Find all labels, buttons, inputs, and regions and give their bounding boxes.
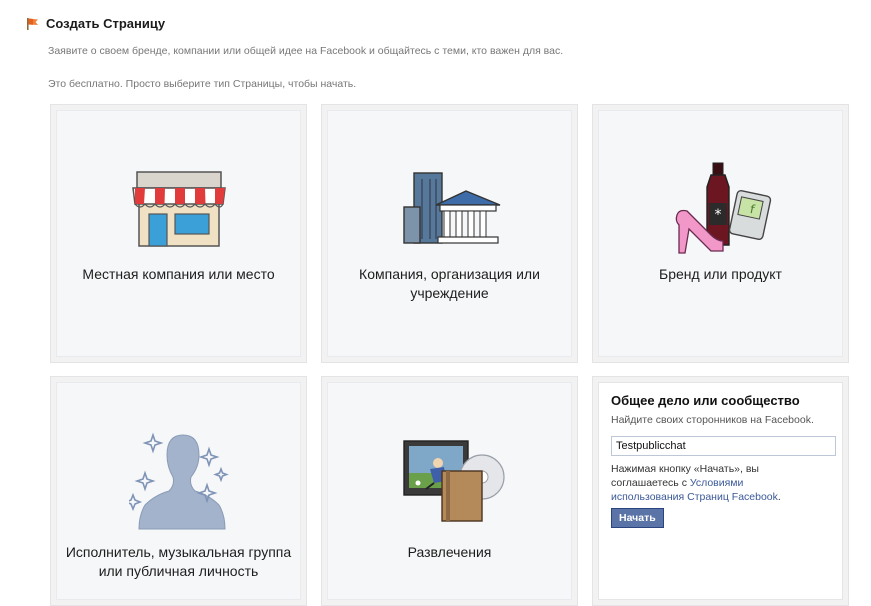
- flag-icon: [27, 17, 38, 30]
- page-description: Заявите о своем бренде, компании или общ…: [48, 45, 564, 57]
- tile-brand[interactable]: * f Бренд или продукт: [592, 104, 849, 363]
- storefront-icon: [132, 171, 226, 247]
- page-title: Создать Страницу: [46, 16, 166, 31]
- svg-text:*: *: [715, 207, 722, 223]
- brand-products-icon: * f: [675, 162, 772, 254]
- tile-label: Компания, организация или учреждение: [359, 266, 540, 301]
- tile-label: Местная компания или место: [82, 266, 275, 282]
- tile-entertainment[interactable]: Развлечения: [321, 376, 578, 606]
- cause-title: Общее дело или сообщество: [611, 393, 800, 408]
- tile-cause-community: Общее дело или сообщество Найдите своих …: [592, 376, 849, 606]
- cause-name-input[interactable]: [611, 436, 836, 456]
- cause-subtitle: Найдите своих сторонников на Facebook.: [611, 414, 814, 426]
- public-figure-icon: [129, 432, 229, 530]
- office-buildings-icon: [403, 172, 501, 244]
- tile-local-business[interactable]: Местная компания или место: [50, 104, 307, 363]
- tile-label: Исполнитель, музыкальная группа или публ…: [65, 544, 292, 579]
- terms-notice: Нажимая кнопку «Начать», вы соглашаетесь…: [611, 462, 811, 504]
- start-button[interactable]: Начать: [611, 508, 664, 528]
- tile-label: Бренд или продукт: [659, 266, 782, 282]
- tile-public-figure[interactable]: Исполнитель, музыкальная группа или публ…: [50, 376, 307, 606]
- tile-label: Развлечения: [407, 544, 492, 560]
- entertainment-icon: [403, 440, 505, 522]
- free-note: Это бесплатно. Просто выберите тип Стран…: [48, 78, 357, 90]
- terms-end: .: [777, 491, 781, 503]
- tile-company[interactable]: Компания, организация или учреждение: [321, 104, 578, 363]
- page-header: Создать Страницу: [26, 16, 165, 31]
